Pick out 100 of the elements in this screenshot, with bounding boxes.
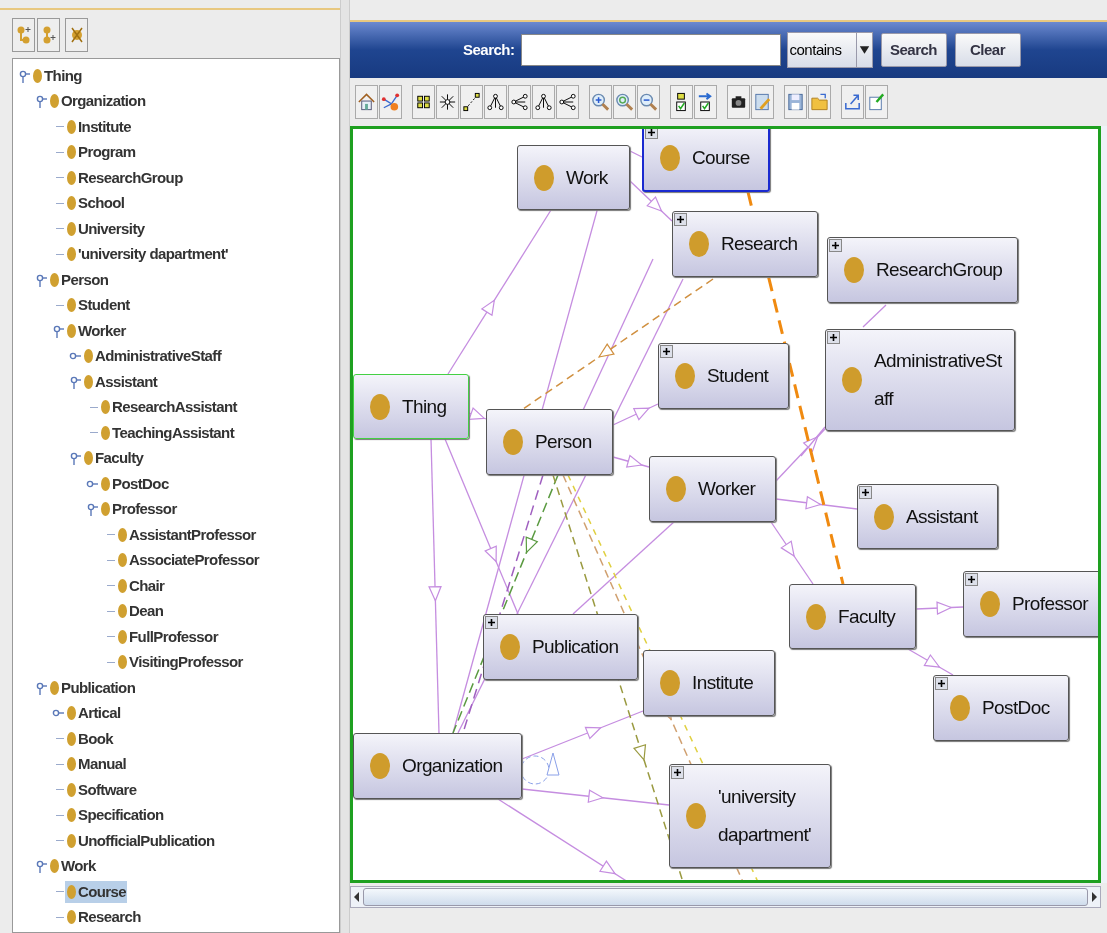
vertical-scrollbar[interactable] <box>1101 126 1107 883</box>
tree-item[interactable]: University <box>65 217 146 240</box>
class-node[interactable]: Faculty <box>789 584 916 649</box>
class-node[interactable]: ResearchGroup <box>827 237 1018 303</box>
match-mode-dropdown[interactable]: contains <box>786 32 873 68</box>
tree-item[interactable]: ResearchAssistant <box>99 396 238 419</box>
expanded-handle-icon[interactable] <box>35 680 47 695</box>
tree-item[interactable]: UnofficialPublication <box>65 829 216 852</box>
expand-icon[interactable] <box>829 239 842 252</box>
class-node[interactable]: Professor <box>963 571 1098 637</box>
class-node[interactable]: Student <box>658 343 789 409</box>
class-node[interactable]: Person <box>486 409 613 475</box>
add-subclass-icon[interactable] <box>12 18 35 52</box>
expand-icon[interactable] <box>859 486 872 499</box>
expanded-handle-icon[interactable] <box>69 451 81 466</box>
expand-icon[interactable] <box>671 766 684 779</box>
tree-item[interactable]: FullProfessor <box>116 625 219 648</box>
horizontal-scrollbar[interactable] <box>350 886 1101 908</box>
tree-item[interactable]: Dean <box>116 600 165 623</box>
tree-item[interactable]: ResearchGroup <box>65 166 184 189</box>
tree-item[interactable]: Institute <box>65 115 132 138</box>
pin-icon[interactable] <box>865 85 888 119</box>
checklist-icon[interactable] <box>670 85 693 119</box>
class-node[interactable]: Assistant <box>857 484 998 549</box>
tree-item[interactable]: TeachingAssistant <box>99 421 236 444</box>
spring-layout-icon[interactable] <box>460 85 483 119</box>
class-node[interactable]: Work <box>517 145 630 210</box>
grid-icon[interactable] <box>412 85 435 119</box>
tree-item[interactable]: Work <box>48 855 97 878</box>
expanded-handle-icon[interactable] <box>35 94 47 109</box>
tree-item[interactable]: Assistant <box>82 370 159 393</box>
expand-icon[interactable] <box>645 129 658 139</box>
tree-item[interactable]: Manual <box>65 753 128 776</box>
class-node[interactable]: Thing <box>353 374 469 439</box>
class-node[interactable]: Worker <box>649 456 776 522</box>
search-field[interactable] <box>520 34 781 66</box>
expand-icon[interactable] <box>660 345 673 358</box>
expand-icon[interactable] <box>827 331 840 344</box>
class-node[interactable]: 'university dapartment' <box>669 764 831 868</box>
tree-item[interactable]: Student <box>65 294 131 317</box>
expanded-handle-icon[interactable] <box>35 272 47 287</box>
class-node[interactable]: Research <box>672 211 818 277</box>
tree-item[interactable]: PostDoc <box>99 472 170 495</box>
expand-icon[interactable] <box>485 616 498 629</box>
tree-item[interactable]: Professor <box>99 498 178 521</box>
zoom-in-icon[interactable] <box>589 85 612 119</box>
tree-item[interactable]: Person <box>48 268 110 291</box>
tree-item[interactable]: AssociateProfessor <box>116 549 261 572</box>
class-node[interactable]: PostDoc <box>933 675 1069 741</box>
tree-item[interactable]: Book <box>65 727 115 750</box>
tree-item[interactable]: Thing <box>31 64 83 87</box>
horizontal-tree-icon[interactable] <box>556 85 579 119</box>
class-node[interactable]: Organization <box>353 733 522 799</box>
tree-item[interactable]: Artical <box>65 702 122 725</box>
class-node[interactable]: Institute <box>643 650 775 716</box>
tree-item[interactable]: Course <box>65 880 128 903</box>
folder-icon[interactable] <box>808 85 831 119</box>
search-button[interactable]: Search <box>880 33 947 67</box>
class-node[interactable]: Publication <box>483 614 638 680</box>
expanded-handle-icon[interactable] <box>18 68 30 83</box>
arrow-checklist-icon[interactable] <box>694 85 717 119</box>
expanded-handle-icon[interactable] <box>86 502 98 517</box>
expand-icon[interactable] <box>965 573 978 586</box>
radial-layout-icon[interactable] <box>436 85 459 119</box>
tree-item[interactable]: Specification <box>65 804 165 827</box>
export-icon[interactable] <box>841 85 864 119</box>
expand-icon[interactable] <box>935 677 948 690</box>
home-icon[interactable] <box>355 85 378 119</box>
network-icon[interactable] <box>379 85 402 119</box>
tree-layout-icon[interactable] <box>484 85 507 119</box>
save-icon[interactable] <box>784 85 807 119</box>
tree-item[interactable]: Organization <box>48 90 147 113</box>
add-sibling-icon[interactable] <box>37 18 60 52</box>
class-node[interactable]: Course <box>642 129 770 192</box>
horizontal-tree-icon[interactable] <box>508 85 531 119</box>
tree-item[interactable]: Software <box>65 778 138 801</box>
expanded-handle-icon[interactable] <box>35 859 47 874</box>
expanded-handle-icon[interactable] <box>52 323 64 338</box>
tree-item[interactable]: AdministrativeStaff <box>82 345 223 368</box>
tree-item[interactable]: 'university dapartment' <box>65 243 230 266</box>
tree-item[interactable]: Chair <box>116 574 166 597</box>
tree-item[interactable]: Program <box>65 141 137 164</box>
tree-item[interactable]: Research <box>65 906 142 929</box>
clear-button[interactable]: Clear <box>954 33 1021 67</box>
tree-item[interactable]: AssistantProfessor <box>116 523 257 546</box>
expand-icon[interactable] <box>674 213 687 226</box>
tree-item[interactable]: VisitingProfessor <box>116 651 244 674</box>
tree-layout-icon[interactable] <box>532 85 555 119</box>
zoom-reset-icon[interactable] <box>613 85 636 119</box>
scrollbar-thumb[interactable] <box>363 888 1088 906</box>
tree-item[interactable]: Publication <box>48 676 137 699</box>
camera-icon[interactable] <box>727 85 750 119</box>
tree-item[interactable]: Worker <box>65 319 127 342</box>
zoom-out-icon[interactable] <box>637 85 660 119</box>
class-node[interactable]: AdministrativeStaff <box>825 329 1015 431</box>
tree-item[interactable]: School <box>65 192 126 215</box>
delete-class-icon[interactable] <box>65 18 88 52</box>
dropdown-arrow-icon[interactable] <box>855 33 872 67</box>
tree-item[interactable]: Faculty <box>82 447 145 470</box>
expanded-handle-icon[interactable] <box>69 374 81 389</box>
